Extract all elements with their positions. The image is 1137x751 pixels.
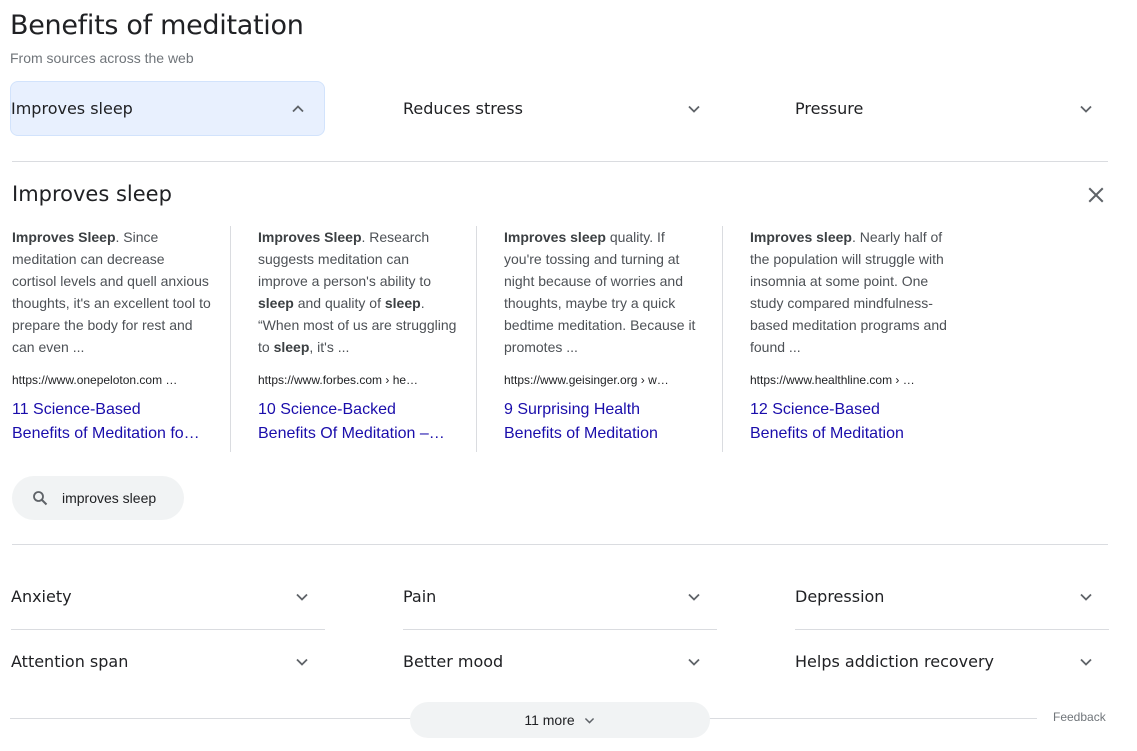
search-chip[interactable]: improves sleep	[12, 476, 184, 520]
source-card: Improves sleep quality. If you're tossin…	[504, 226, 704, 452]
source-card: Improves Sleep. Research suggests medita…	[258, 226, 458, 452]
accordion-label: Reduces stress	[403, 99, 523, 118]
accordion-label: Anxiety	[11, 587, 72, 606]
close-icon	[1088, 187, 1104, 203]
card-snippet: Improves Sleep. Since meditation can dec…	[12, 229, 211, 355]
section-title: Improves sleep	[12, 182, 172, 206]
card-url[interactable]: https://www.onepeloton.com …	[12, 372, 192, 388]
card-url[interactable]: https://www.healthline.com › …	[750, 372, 930, 388]
page-subtitle: From sources across the web	[10, 50, 194, 66]
card-link[interactable]: 12 Science-Based Benefits of Meditation	[750, 398, 950, 446]
search-chip-label: improves sleep	[62, 490, 157, 506]
accordion-better-mood[interactable]: Better mood	[403, 634, 718, 689]
source-card: Improves sleep. Nearly half of the popul…	[750, 226, 950, 452]
accordion-pressure[interactable]: Pressure	[795, 81, 1110, 136]
card-snippet: Improves sleep. Nearly half of the popul…	[750, 229, 947, 355]
show-more-button[interactable]: 11 more	[410, 702, 710, 738]
divider	[12, 161, 1108, 162]
chevron-down-icon	[684, 587, 704, 607]
accordion-anxiety[interactable]: Anxiety	[11, 569, 326, 624]
divider	[11, 629, 325, 630]
card-url[interactable]: https://www.geisinger.org › w…	[504, 372, 684, 388]
card-link[interactable]: 9 Surprising Health Benefits of Meditati…	[504, 398, 704, 446]
accordion-label: Pain	[403, 587, 437, 606]
chevron-down-icon	[583, 714, 596, 727]
source-card: Improves Sleep. Since meditation can dec…	[12, 226, 212, 452]
accordion-label: Attention span	[11, 652, 129, 671]
card-snippet: Improves sleep quality. If you're tossin…	[504, 229, 696, 355]
chevron-up-icon	[288, 99, 308, 119]
divider	[795, 629, 1109, 630]
divider	[12, 544, 1108, 545]
accordion-improves-sleep[interactable]: Improves sleep	[10, 81, 325, 136]
card-divider	[230, 226, 231, 452]
accordion-pain[interactable]: Pain	[403, 569, 718, 624]
card-divider	[476, 226, 477, 452]
chevron-down-icon	[292, 652, 312, 672]
chevron-down-icon	[684, 652, 704, 672]
accordion-label: Pressure	[795, 99, 864, 118]
accordion-depression[interactable]: Depression	[795, 569, 1110, 624]
accordion-attention-span[interactable]: Attention span	[11, 634, 326, 689]
accordion-helps-addiction-recovery[interactable]: Helps addiction recovery	[795, 634, 1110, 689]
show-more-label: 11 more	[524, 712, 575, 728]
accordion-label: Depression	[795, 587, 885, 606]
chevron-down-icon	[684, 99, 704, 119]
accordion-reduces-stress[interactable]: Reduces stress	[403, 81, 718, 136]
chevron-down-icon	[1076, 99, 1096, 119]
feedback-link[interactable]: Feedback	[1053, 710, 1106, 724]
card-snippet: Improves Sleep. Research suggests medita…	[258, 229, 457, 355]
card-url[interactable]: https://www.forbes.com › he…	[258, 372, 438, 388]
divider	[403, 629, 717, 630]
page-title: Benefits of meditation	[10, 10, 304, 41]
accordion-label: Improves sleep	[11, 99, 133, 118]
close-button[interactable]	[1084, 183, 1108, 207]
accordion-label: Better mood	[403, 652, 504, 671]
card-divider	[722, 226, 723, 452]
chevron-down-icon	[292, 587, 312, 607]
card-link[interactable]: 11 Science-Based Benefits of Meditation …	[12, 398, 212, 446]
chevron-down-icon	[1076, 587, 1096, 607]
chevron-down-icon	[1076, 652, 1096, 672]
card-link[interactable]: 10 Science-Backed Benefits Of Meditation…	[258, 398, 458, 446]
search-icon	[32, 489, 50, 507]
accordion-label: Helps addiction recovery	[795, 652, 995, 671]
